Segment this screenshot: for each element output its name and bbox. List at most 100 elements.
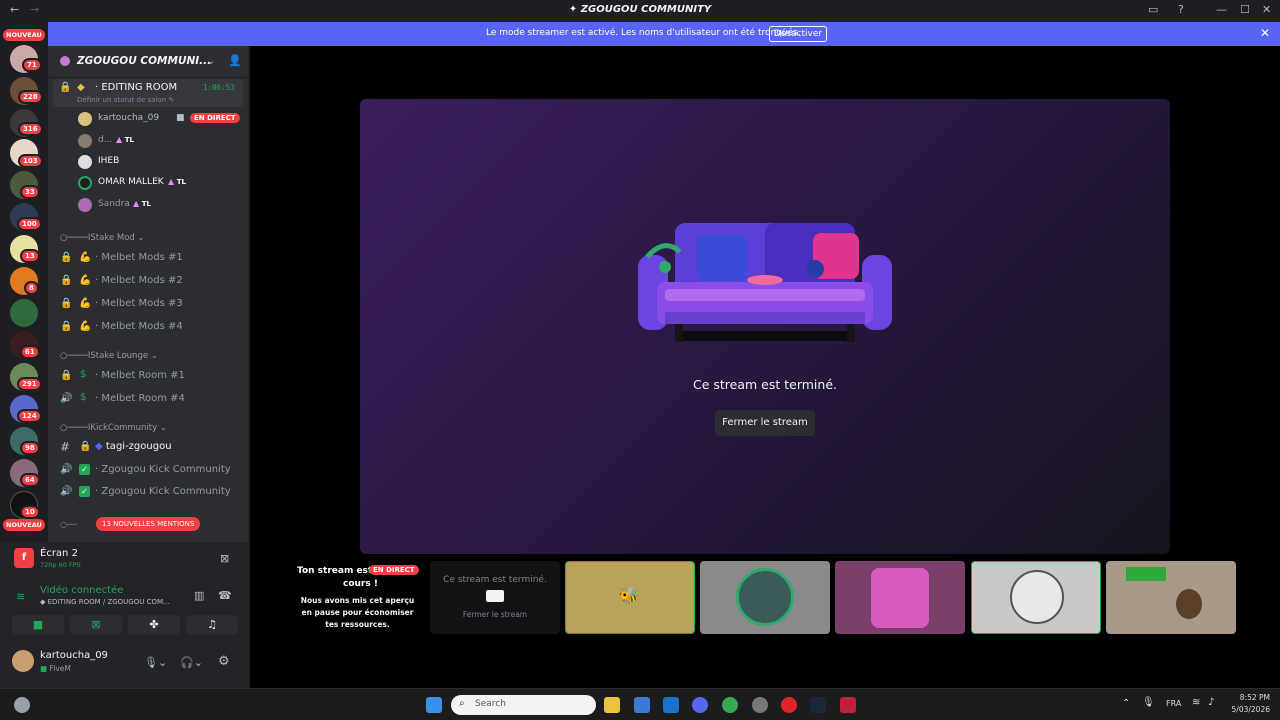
channel-melbet-mods-1[interactable]: 🔒 💪 · Melbet Mods #1 bbox=[48, 248, 248, 268]
speaker-icon: 🔊 bbox=[60, 464, 73, 475]
store-icon[interactable] bbox=[634, 697, 650, 713]
server-boost-icon bbox=[60, 56, 70, 66]
language-indicator[interactable]: FRA bbox=[1166, 699, 1181, 708]
avatar bbox=[1010, 570, 1064, 624]
channel-melbet-mods-3[interactable]: 🔒 💪 · Melbet Mods #3 bbox=[48, 294, 248, 314]
microphone-icon[interactable]: 🎙⌄ bbox=[144, 656, 167, 669]
camera-icon: ■ bbox=[176, 113, 185, 123]
chrome-icon[interactable] bbox=[722, 697, 738, 713]
live-badge: EN DIRECT bbox=[190, 113, 240, 123]
start-icon[interactable] bbox=[426, 697, 442, 713]
channel-zgougou-kick-community[interactable]: 🔊 ✓ · Zgougou Kick Community bbox=[48, 482, 248, 502]
app-icon[interactable] bbox=[752, 697, 768, 713]
screen-share-title: Écran 2 bbox=[40, 548, 78, 559]
tray-chevron-icon[interactable]: ⌃ bbox=[1122, 698, 1130, 709]
disconnect-icon[interactable]: ☎ bbox=[218, 589, 232, 602]
soundboard-icon[interactable]: ▥ bbox=[194, 589, 204, 602]
mini-ended-text: Ce stream est terminé. bbox=[443, 575, 547, 585]
discord-icon[interactable] bbox=[692, 697, 708, 713]
inbox-icon[interactable]: ▭ bbox=[1148, 3, 1158, 16]
app-icon[interactable] bbox=[840, 697, 856, 713]
activities-button[interactable]: ✤ bbox=[128, 615, 180, 635]
channel-name: · Zgougou Kick Community bbox=[95, 464, 231, 475]
voice-user[interactable]: IHEB bbox=[78, 152, 248, 172]
settings-gear-icon[interactable]: ⚙ bbox=[218, 654, 230, 669]
disable-streamer-button[interactable]: Désactiver bbox=[769, 26, 827, 42]
add-member-icon[interactable]: 👤 bbox=[228, 54, 242, 67]
signal-icon[interactable]: ≋ bbox=[16, 590, 25, 603]
close-stream-button[interactable]: Fermer le stream bbox=[715, 410, 815, 436]
outlook-icon[interactable] bbox=[663, 697, 679, 713]
volume-icon[interactable]: ♪ bbox=[1208, 697, 1214, 708]
voice-status-title[interactable]: Vidéo connectée bbox=[40, 585, 123, 596]
widgets-icon[interactable] bbox=[14, 697, 30, 713]
maximize-icon[interactable]: ☐ bbox=[1240, 3, 1250, 16]
channel-melbet-room-4[interactable]: 🔊 $ · Melbet Room #4 bbox=[48, 389, 248, 409]
headphones-icon[interactable]: 🎧⌄ bbox=[180, 656, 203, 669]
channel-zgougou-kick-community[interactable]: 🔊 ✓ · Zgougou Kick Community bbox=[48, 460, 248, 480]
category-istake-lounge[interactable]: ○────IStake Lounge ⌄ bbox=[48, 348, 248, 368]
mini-close-text: Fermer le stream bbox=[462, 610, 528, 619]
search-box[interactable]: ⌕ Search bbox=[451, 695, 596, 715]
windows-taskbar: ⌕ Search ⌃ 🎙 FRA ≋ ♪ 8:52 PM 5/03/2026 bbox=[0, 688, 1280, 720]
participant-tile[interactable] bbox=[700, 561, 830, 634]
channel-melbet-mods-2[interactable]: 🔒 💪 · Melbet Mods #2 bbox=[48, 271, 248, 291]
participant-tile[interactable] bbox=[835, 561, 965, 634]
channel-melbet-mods-4[interactable]: 🔒 💪 · Melbet Mods #4 bbox=[48, 317, 248, 337]
participant-tile[interactable]: 🐝 bbox=[565, 561, 695, 634]
shield-icon: ◆ bbox=[77, 82, 85, 93]
ended-stream-tile[interactable]: Ce stream est terminé. Fermer le stream bbox=[430, 561, 560, 634]
voice-channel-editing-room[interactable]: 🔒 ◆ · EDITING ROOM 1:06:53 Définir un st… bbox=[53, 79, 243, 107]
voice-user[interactable]: d... ▲ TL bbox=[78, 131, 248, 151]
voice-user[interactable]: kartoucha_09 ■ EN DIRECT bbox=[78, 109, 248, 129]
dollar-icon: $ bbox=[80, 392, 87, 403]
call-timer: 1:06:53 bbox=[203, 83, 235, 92]
speaker-icon: 🔊 bbox=[60, 486, 73, 497]
dollar-icon: $ bbox=[80, 369, 87, 380]
live-badge: EN DIRECT bbox=[369, 565, 419, 575]
share-screen-button[interactable]: ⊠ bbox=[70, 615, 122, 635]
wifi-icon[interactable]: ≋ bbox=[1192, 697, 1200, 708]
server-header[interactable]: ZGOUGOU COMMUNI... ⌄ 👤 bbox=[48, 46, 248, 78]
channel-name: · Zgougou Kick Community bbox=[95, 486, 231, 497]
server-icon[interactable] bbox=[10, 299, 38, 327]
participant-tile[interactable] bbox=[1106, 561, 1236, 634]
category-label: ○────IKickCommunity ⌄ bbox=[60, 423, 167, 433]
avatar[interactable] bbox=[12, 650, 34, 672]
channel-tagi-zgougou[interactable]: # 🔒 ◆ tagi-zgougou bbox=[48, 437, 248, 457]
channel-name: ◆ tagi-zgougou bbox=[95, 441, 172, 452]
file-explorer-icon[interactable] bbox=[604, 697, 620, 713]
clock-date[interactable]: 5/03/2026 bbox=[1222, 705, 1270, 714]
tl-flag-icon: ▲ TL bbox=[116, 135, 134, 144]
stop-share-icon[interactable]: ⊠ bbox=[220, 552, 229, 565]
clock-time[interactable]: 8:52 PM bbox=[1232, 693, 1270, 702]
search-icon: ⌕ bbox=[459, 698, 465, 709]
help-icon[interactable]: ? bbox=[1178, 3, 1184, 16]
steam-icon[interactable] bbox=[810, 697, 826, 713]
set-status-hint[interactable]: Définir un statut de salon ✎ bbox=[77, 96, 174, 104]
opera-icon[interactable] bbox=[781, 697, 797, 713]
minimize-icon[interactable]: — bbox=[1216, 3, 1227, 16]
server-badge: 13 bbox=[20, 249, 40, 263]
voice-status-channel: ◆ EDITING ROOM / ZGOUGOU COM... bbox=[40, 598, 170, 606]
new-mentions-pill[interactable]: 13 NOUVELLES MENTIONS bbox=[96, 517, 201, 531]
server-badge: 71 bbox=[22, 58, 42, 72]
camera-button[interactable]: ■ bbox=[12, 615, 64, 635]
arm-icon: 💪 bbox=[79, 252, 92, 263]
voice-user-name: kartoucha_09 bbox=[98, 113, 160, 123]
couch-illustration bbox=[638, 223, 892, 342]
microphone-icon[interactable]: 🎙 bbox=[1142, 697, 1155, 708]
voice-user[interactable]: OMAR MALLEK ▲ TL bbox=[78, 173, 248, 193]
own-stream-tile[interactable]: Ton stream est EN DIRECT cours ! Nous av… bbox=[290, 564, 425, 634]
voice-user[interactable]: Sandra ▲ TL bbox=[78, 195, 248, 215]
soundboard-button[interactable]: ♫ bbox=[186, 615, 238, 635]
close-banner-icon[interactable]: ✕ bbox=[1260, 26, 1270, 40]
channel-name: · Melbet Mods #3 bbox=[95, 298, 183, 309]
participant-tile[interactable] bbox=[971, 561, 1101, 634]
user-status: ■ FiveM bbox=[40, 664, 71, 673]
close-window-icon[interactable]: ✕ bbox=[1262, 3, 1271, 16]
voice-user-name: d... bbox=[98, 135, 113, 145]
channel-melbet-room-1[interactable]: 🔒 $ · Melbet Room #1 bbox=[48, 366, 248, 386]
category-istake-mod[interactable]: ○────IStake Mod ⌄ bbox=[48, 230, 248, 250]
own-stream-title-2: cours ! bbox=[343, 579, 378, 589]
